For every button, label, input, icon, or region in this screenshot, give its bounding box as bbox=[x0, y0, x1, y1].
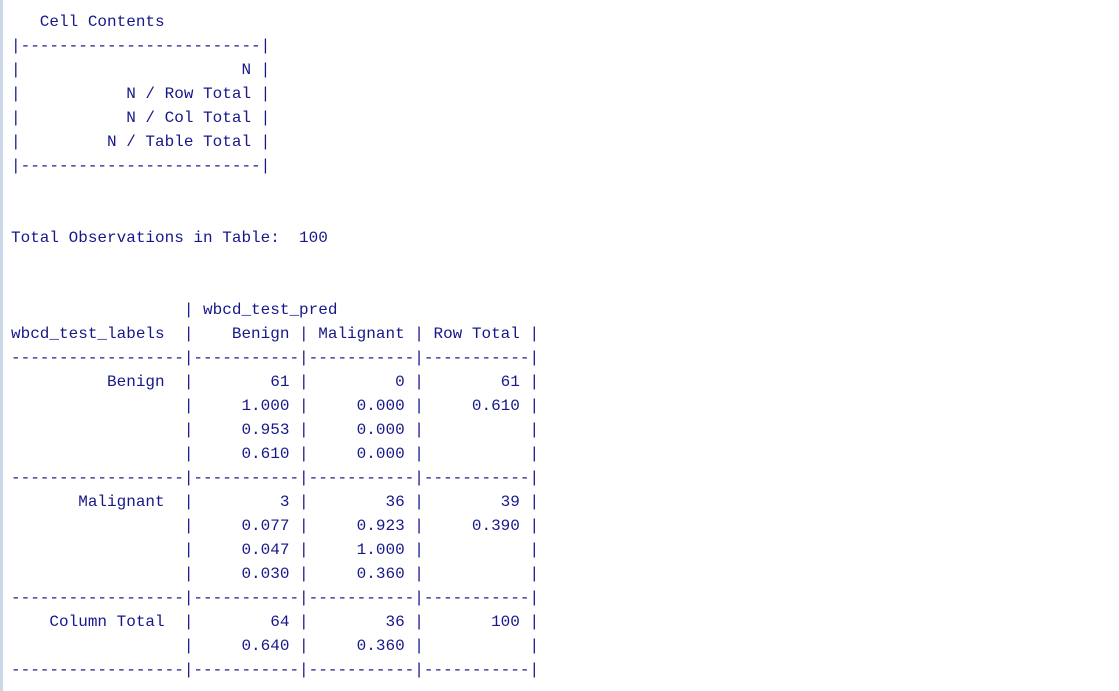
total-observations: Total Observations in Table: 100 bbox=[11, 229, 328, 247]
table-separator: ------------------|-----------|---------… bbox=[11, 589, 540, 607]
table-row-benign-n: Benign | 61 | 0 | 61 | bbox=[11, 373, 540, 391]
table-row-malignant-n: Malignant | 3 | 36 | 39 | bbox=[11, 493, 540, 511]
table-row-column-total-prop: | 0.640 | 0.360 | | bbox=[11, 637, 540, 655]
legend-item-col-total: | N / Col Total | bbox=[11, 109, 271, 127]
cell-contents-title: Cell Contents bbox=[11, 13, 165, 31]
table-row-malignant-table-prop: | 0.030 | 0.360 | | bbox=[11, 565, 540, 583]
table-row-benign-row-prop: | 1.000 | 0.000 | 0.610 | bbox=[11, 397, 540, 415]
table-row-column-total-n: Column Total | 64 | 36 | 100 | bbox=[11, 613, 540, 631]
table-row-malignant-row-prop: | 0.077 | 0.923 | 0.390 | bbox=[11, 517, 540, 535]
table-header-row: wbcd_test_labels | Benign | Malignant | … bbox=[11, 325, 540, 343]
table-column-variable: | wbcd_test_pred bbox=[11, 301, 338, 319]
legend-item-row-total: | N / Row Total | bbox=[11, 85, 271, 103]
table-row-benign-table-prop: | 0.610 | 0.000 | | bbox=[11, 445, 540, 463]
legend-border-top: |-------------------------| bbox=[11, 37, 271, 55]
legend-border-bottom: |-------------------------| bbox=[11, 157, 271, 175]
legend-item-table-total: | N / Table Total | bbox=[11, 133, 271, 151]
table-separator: ------------------|-----------|---------… bbox=[11, 469, 540, 487]
console-output: Cell Contents |-------------------------… bbox=[11, 10, 539, 682]
table-separator: ------------------|-----------|---------… bbox=[11, 349, 540, 367]
legend-item-n: | N | bbox=[11, 61, 271, 79]
table-separator: ------------------|-----------|---------… bbox=[11, 661, 540, 679]
table-row-malignant-col-prop: | 0.047 | 1.000 | | bbox=[11, 541, 540, 559]
table-row-benign-col-prop: | 0.953 | 0.000 | | bbox=[11, 421, 540, 439]
window-left-border bbox=[0, 0, 3, 691]
